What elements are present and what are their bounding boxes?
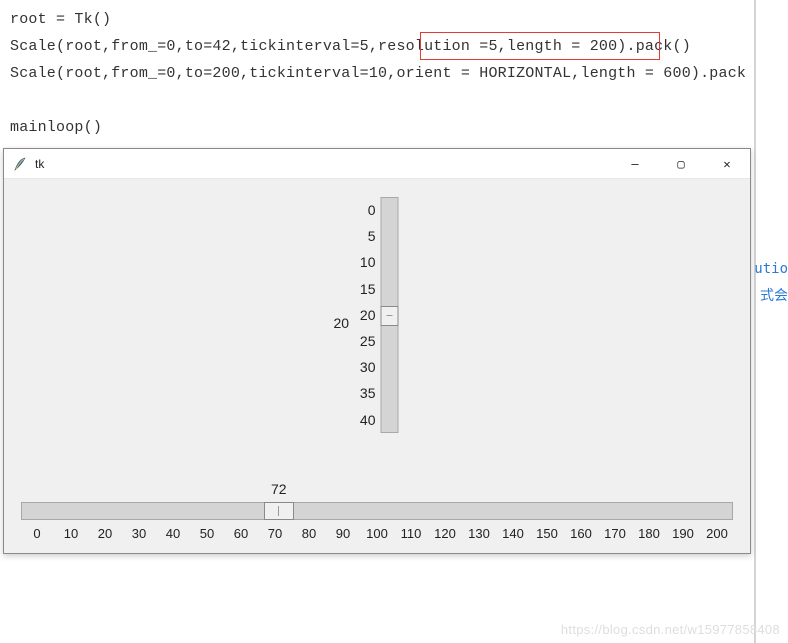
tick-label: 40: [356, 407, 376, 433]
tick-label: 70: [263, 526, 287, 541]
tick-label: 150: [535, 526, 559, 541]
horizontal-scale-thumb[interactable]: [264, 502, 294, 520]
tick-label: 5: [356, 223, 376, 249]
code-editor: root = Tk() Scale(root,from_=0,to=42,tic…: [6, 4, 748, 149]
tick-label: 200: [705, 526, 729, 541]
titlebar[interactable]: tk — ▢ ✕: [4, 149, 750, 179]
tick-label: 30: [356, 354, 376, 380]
tick-label: 40: [161, 526, 185, 541]
tk-application-window: tk — ▢ ✕ 20 0 5 10 15 20 25 30 35: [3, 148, 751, 554]
tick-label: 190: [671, 526, 695, 541]
vertical-scale-thumb[interactable]: [381, 306, 399, 326]
window-title: tk: [35, 157, 612, 171]
sidebar-text: utio: [754, 256, 788, 283]
tick-label: 15: [356, 276, 376, 302]
tick-label: 20: [356, 302, 376, 328]
tick-label: 10: [59, 526, 83, 541]
sidebar-link-fragment[interactable]: utio 式会: [754, 256, 788, 309]
minimize-button[interactable]: —: [612, 149, 658, 178]
code-line: Scale(root,from_=0,to=200,tickinterval=1…: [10, 60, 744, 87]
code-line: Scale(root,from_=0,to=42,tickinterval=5,…: [10, 33, 744, 60]
horizontal-scale-ticks: 0 10 20 30 40 50 60 70 80 90 100 110 120…: [21, 526, 733, 541]
tick-label: 120: [433, 526, 457, 541]
vertical-scale[interactable]: 20 0 5 10 15 20 25 30 35 40: [356, 197, 399, 433]
code-line: mainloop(): [10, 114, 744, 141]
tick-label: 20: [93, 526, 117, 541]
horizontal-scale-value: 72: [271, 481, 287, 497]
vertical-scale-value: 20: [334, 315, 350, 331]
minimize-icon: —: [631, 157, 638, 171]
close-button[interactable]: ✕: [704, 149, 750, 178]
tick-label: 110: [399, 526, 423, 541]
tick-label: 30: [127, 526, 151, 541]
tick-label: 130: [467, 526, 491, 541]
watermark: https://blog.csdn.net/w15977858408: [561, 622, 780, 637]
tick-label: 160: [569, 526, 593, 541]
tick-label: 25: [356, 328, 376, 354]
tick-label: 50: [195, 526, 219, 541]
horizontal-scale-trough[interactable]: [21, 502, 733, 520]
tick-label: 170: [603, 526, 627, 541]
vertical-scale-trough[interactable]: [381, 197, 399, 433]
tick-label: 100: [365, 526, 389, 541]
tick-label: 60: [229, 526, 253, 541]
tick-label: 90: [331, 526, 355, 541]
close-icon: ✕: [723, 157, 730, 171]
maximize-icon: ▢: [677, 157, 684, 171]
tick-label: 0: [25, 526, 49, 541]
tk-feather-icon: [12, 156, 28, 172]
tick-label: 35: [356, 380, 376, 406]
tick-label: 10: [356, 249, 376, 275]
horizontal-scale[interactable]: 72 0 10 20 30 40 50 60 70 80 90 100 110: [21, 502, 733, 541]
maximize-button[interactable]: ▢: [658, 149, 704, 178]
vertical-scale-ticks: 0 5 10 15 20 25 30 35 40: [356, 197, 376, 433]
sidebar-text: 式会: [754, 283, 788, 310]
tick-label: 180: [637, 526, 661, 541]
code-line: root = Tk(): [10, 6, 744, 33]
tick-label: 140: [501, 526, 525, 541]
tick-label: 0: [356, 197, 376, 223]
tick-label: 80: [297, 526, 321, 541]
